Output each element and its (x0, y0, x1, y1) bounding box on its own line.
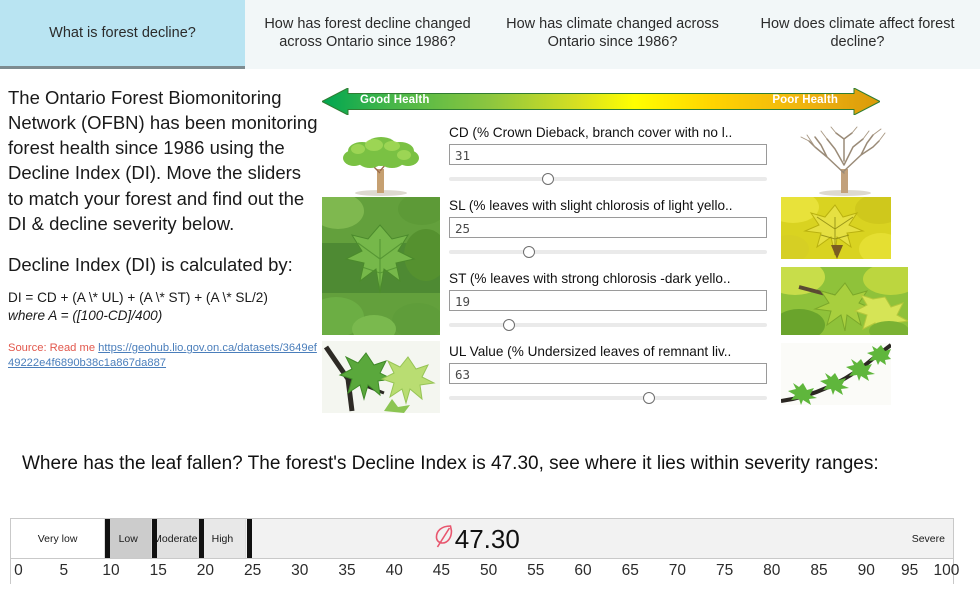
slider-track-sl[interactable] (449, 244, 767, 260)
severity-axis: 0 5 10 15 20 25 30 35 40 45 50 55 60 65 … (10, 558, 959, 591)
slider-row-st: ST (% leaves with strong chlorosis -dark… (449, 271, 767, 333)
green-leaves-on-branch-photo (322, 341, 440, 413)
slider-track-cd[interactable] (449, 171, 767, 187)
slider-row-sl: SL (% leaves with slight chlorosis of li… (449, 198, 767, 260)
severity-label-very-low: Very low (37, 532, 78, 545)
formula-expression: DI = CD + (A \* UL) + (A \* ST) + (A \* … (8, 290, 268, 306)
axis-tick-45: 45 (432, 562, 451, 579)
slider-label-st: ST (% leaves with strong chlorosis -dark… (449, 271, 731, 286)
axis-tick-100: 100 (933, 562, 960, 579)
severity-label-low: Low (118, 532, 138, 545)
severity-divider-20 (199, 519, 205, 558)
severity-divider-15 (152, 519, 158, 558)
severity-label-moderate: Moderate (153, 532, 198, 545)
severity-scale: Very low Low Moderate High Severe 47.30 … (10, 518, 959, 591)
poor-health-label: Poor Health (772, 94, 838, 106)
axis-tick-50: 50 (479, 562, 498, 579)
axis-tick-80: 80 (763, 562, 781, 579)
slider-row-cd: CD (% Crown Dieback, branch cover with n… (449, 125, 767, 187)
healthy-examples-column (322, 125, 440, 413)
severity-label-high: High (211, 532, 234, 545)
intro-text: The Ontario Forest Biomonitoring Network… (8, 87, 318, 234)
source-line: Source: Read me https://geohub.lio.gov.o… (8, 341, 318, 371)
axis-tick-95: 95 (901, 562, 919, 579)
slider-value-cd[interactable]: 31 (449, 144, 767, 165)
green-maple-leaves-photo (322, 197, 440, 335)
sparse-undersized-leaves-photo (781, 343, 891, 405)
severity-segment-high: High (199, 519, 247, 558)
tab-label: How has forest decline changed across On… (264, 15, 471, 50)
severity-segment-very-low: Very low (11, 519, 106, 558)
axis-tick-35: 35 (338, 562, 356, 579)
source-label: Source: Read me (8, 342, 96, 355)
slider-label-ul: UL Value (% Undersized leaves of remnant… (449, 344, 732, 359)
slider-rail (449, 250, 767, 254)
axis-tick-25: 25 (243, 562, 262, 579)
tab-label: How does climate affect forest decline? (760, 15, 955, 50)
slider-thumb-ul[interactable] (643, 392, 656, 404)
slider-value-st[interactable]: 19 (449, 290, 767, 311)
severity-divider-10 (105, 519, 111, 558)
slider-label-cd: CD (% Crown Dieback, branch cover with n… (449, 125, 733, 140)
axis-tick-85: 85 (810, 562, 828, 579)
leaf-icon (435, 524, 454, 553)
slider-thumb-cd[interactable] (541, 173, 554, 185)
decline-index-value: 47.30 (454, 523, 520, 554)
axis-tick-75: 75 (715, 562, 734, 579)
axis-left-edge (10, 558, 11, 584)
axis-tick-30: 30 (291, 562, 309, 579)
tab-what-is-forest-decline[interactable]: What is forest decline? (0, 0, 245, 69)
axis-tick-40: 40 (385, 562, 403, 579)
severity-divider-25 (246, 519, 252, 558)
main-content: The Ontario Forest Biomonitoring Network… (0, 69, 980, 597)
severity-bar: Very low Low Moderate High Severe 47.30 (10, 518, 954, 559)
axis-tick-20: 20 (196, 562, 215, 579)
slider-thumb-st[interactable] (503, 319, 516, 331)
good-health-label: Good Health (360, 94, 430, 106)
slider-track-st[interactable] (449, 317, 767, 333)
tab-forest-decline-changed[interactable]: How has forest decline changed across On… (245, 0, 490, 69)
axis-tick-70: 70 (668, 562, 687, 579)
slider-group: CD (% Crown Dieback, branch cover with n… (449, 125, 767, 406)
formula-where-clause: where A = ([100-CD]/400) (8, 307, 163, 323)
tab-bar: What is forest decline? How has forest d… (0, 0, 980, 69)
axis-tick-65: 65 (621, 562, 639, 579)
decline-index-marker: 47.30 (435, 519, 520, 558)
declining-examples-column (781, 125, 908, 405)
yellow-chlorotic-leaves-photo (781, 197, 891, 259)
slider-rail (449, 323, 767, 327)
severity-segment-moderate: Moderate (152, 519, 200, 558)
tab-climate-affect-decline[interactable]: How does climate affect forest decline? (735, 0, 980, 69)
severity-segment-severe (246, 519, 953, 558)
axis-tick-55: 55 (527, 562, 545, 579)
tab-label: What is forest decline? (49, 24, 196, 41)
slider-thumb-sl[interactable] (522, 246, 535, 258)
severity-segment-low: Low (105, 519, 153, 558)
slider-label-sl: SL (% leaves with slight chlorosis of li… (449, 198, 733, 213)
bare-tree-illustration (781, 125, 908, 197)
axis-tick-10: 10 (102, 562, 120, 579)
axis-tick-15: 15 (149, 562, 167, 579)
lime-yellowing-leaves-photo (781, 267, 908, 335)
forest-decline-app: What is forest decline? How has forest d… (0, 0, 980, 597)
slider-value-sl[interactable]: 25 (449, 217, 767, 238)
slider-rail (449, 177, 767, 181)
slider-rail (449, 396, 767, 400)
slider-track-ul[interactable] (449, 390, 767, 406)
healthy-tree-illustration (322, 125, 440, 197)
severity-label-severe: Severe (911, 532, 945, 545)
axis-tick-90: 90 (857, 562, 875, 579)
tab-climate-changed[interactable]: How has climate changed across Ontario s… (490, 0, 735, 69)
formula-heading: Decline Index (DI) is calculated by: (8, 253, 293, 275)
info-panel: The Ontario Forest Biomonitoring Network… (8, 85, 318, 371)
axis-tick-5: 5 (59, 562, 69, 579)
slider-value-ul[interactable]: 63 (449, 363, 767, 384)
slider-row-ul: UL Value (% Undersized leaves of remnant… (449, 344, 767, 406)
tab-label: How has climate changed across Ontario s… (506, 15, 719, 50)
axis-tick-60: 60 (574, 562, 592, 579)
result-caption: Where has the leaf fallen? The forest's … (22, 453, 879, 474)
health-gradient-arrow: Good Health Poor Health (322, 88, 880, 115)
axis-tick-0: 0 (14, 562, 23, 579)
